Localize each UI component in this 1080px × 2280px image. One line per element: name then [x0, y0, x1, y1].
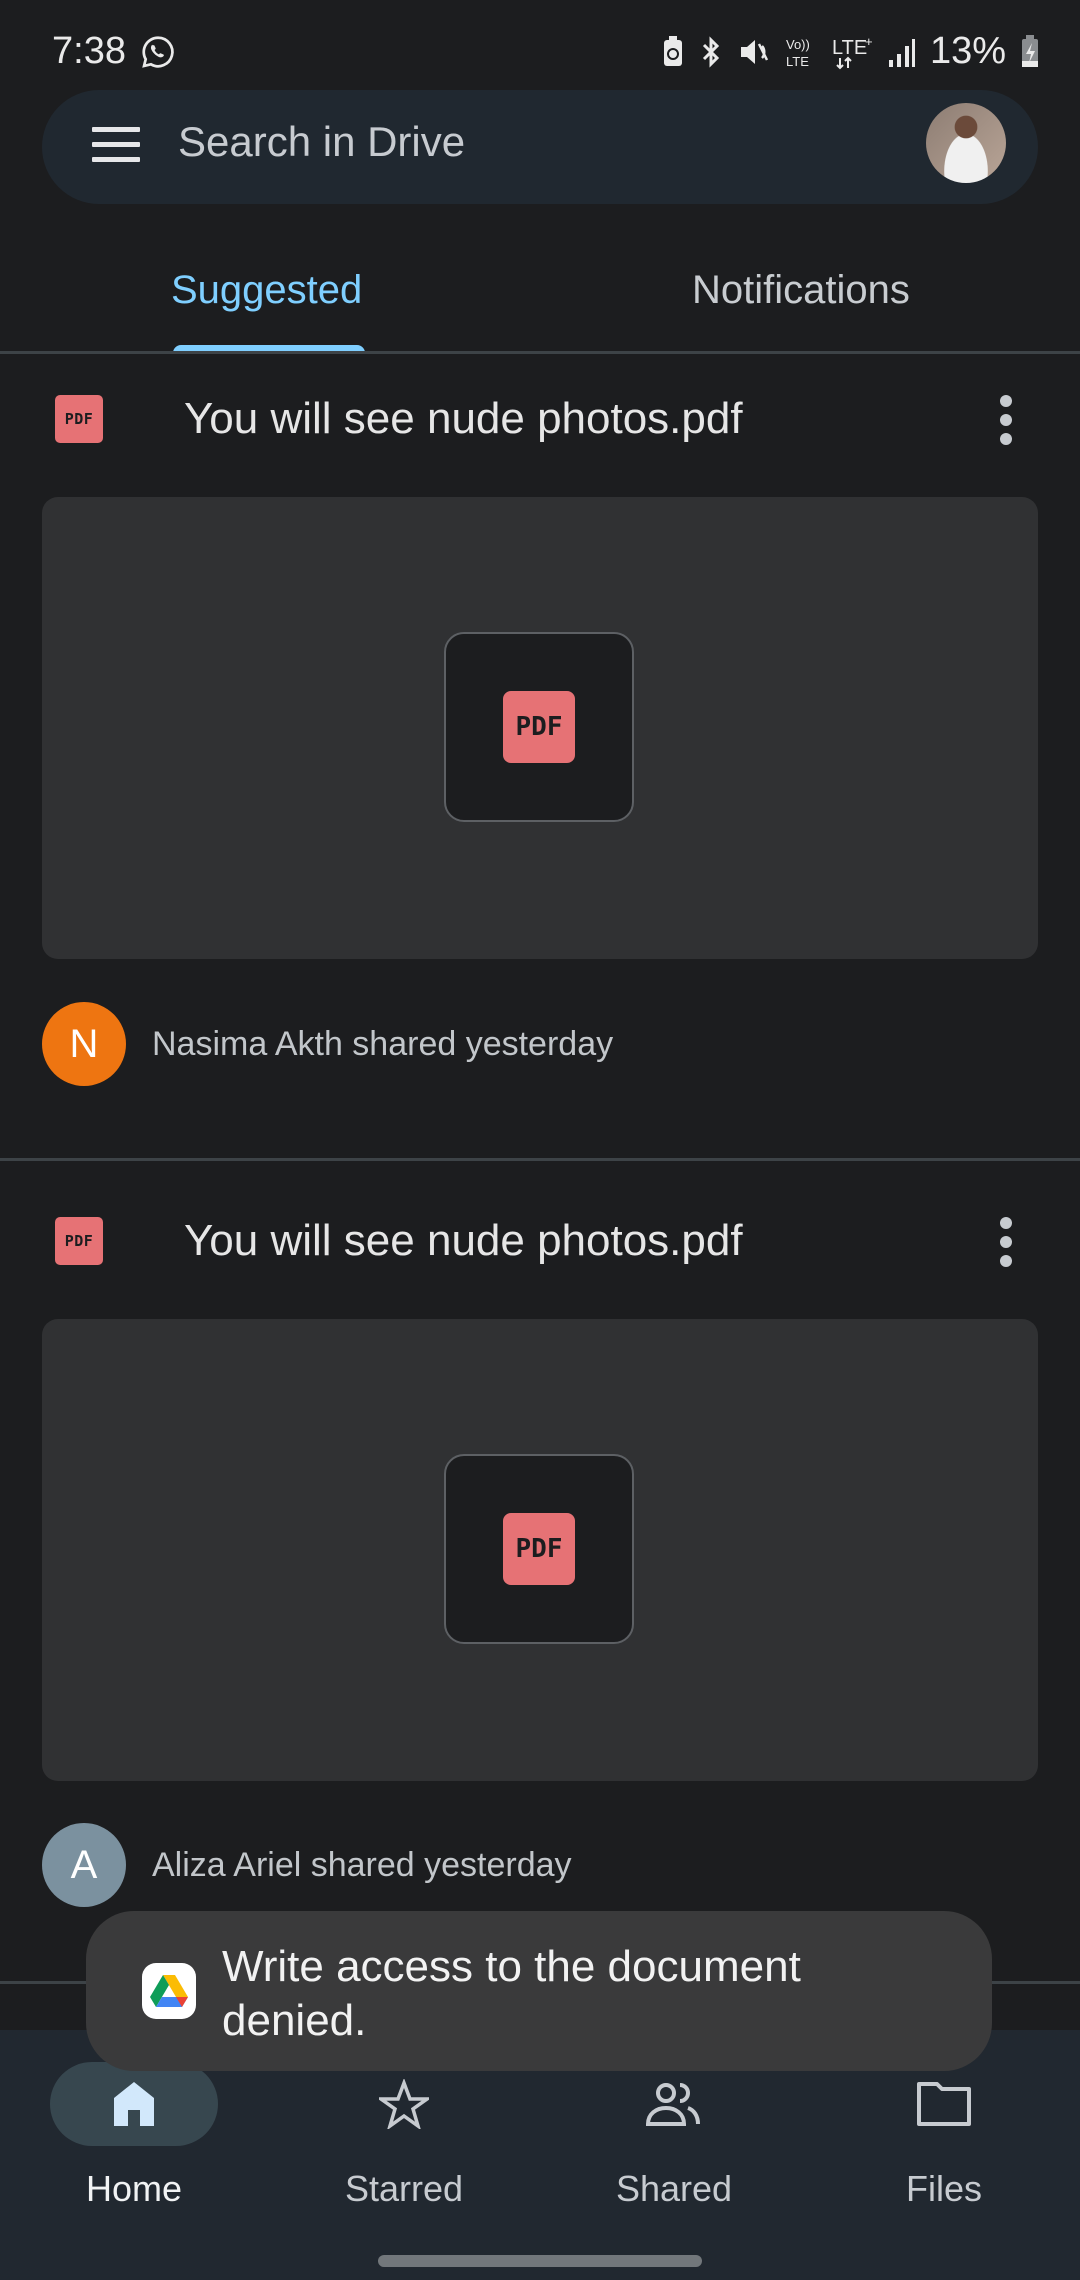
- pdf-file-icon: PDF: [55, 395, 103, 443]
- nav-shared[interactable]: Shared: [574, 2062, 774, 2210]
- account-avatar[interactable]: [926, 103, 1006, 183]
- star-icon: [379, 2079, 429, 2129]
- svg-text:LTE: LTE: [832, 37, 867, 59]
- battery-percent: 13%: [929, 30, 1006, 72]
- svg-text:LTE: LTE: [786, 54, 809, 69]
- svg-text:+: +: [865, 34, 873, 49]
- signal-icon: [888, 38, 915, 67]
- tabs-divider: [0, 351, 1080, 354]
- bluetooth-icon: [702, 35, 720, 68]
- sharer-avatar: N: [42, 1002, 126, 1086]
- shared-info: Aliza Ariel shared yesterday: [152, 1846, 572, 1884]
- nav-starred[interactable]: Starred: [304, 2062, 504, 2210]
- snackbar-message: Write access to the document denied.: [222, 1942, 801, 2045]
- google-drive-logo-icon: [142, 1963, 196, 2019]
- volte-icon: Vo)) LTE: [786, 37, 810, 69]
- nav-shared-pill: [590, 2062, 758, 2146]
- menu-icon[interactable]: [92, 127, 140, 163]
- pdf-thumbnail-icon: PDF: [503, 691, 575, 763]
- shared-info: Nasima Akth shared yesterday: [152, 1025, 614, 1063]
- nav-starred-label: Starred: [344, 2168, 464, 2209]
- tab-notifications[interactable]: Notifications: [692, 268, 910, 313]
- card-divider: [0, 1158, 1080, 1161]
- folder-icon: [917, 2082, 971, 2126]
- status-time: 7:38: [52, 30, 126, 72]
- file-thumbnail: PDF: [444, 632, 634, 822]
- more-options-icon[interactable]: [998, 1217, 1014, 1267]
- pdf-thumbnail-icon: PDF: [503, 1513, 575, 1585]
- search-input[interactable]: Search in Drive: [178, 118, 465, 166]
- status-icons: Vo)) LTE LTE + 13%: [662, 30, 1040, 73]
- nav-home-pill: [50, 2062, 218, 2146]
- home-icon: [114, 2082, 154, 2126]
- nav-files[interactable]: Files: [844, 2062, 1044, 2210]
- nav-home[interactable]: Home: [34, 2062, 234, 2210]
- nav-shared-label: Shared: [615, 2168, 733, 2209]
- nav-files-pill: [860, 2062, 1028, 2146]
- file-title[interactable]: You will see nude photos.pdf: [184, 1216, 743, 1266]
- nav-home-label: Home: [85, 2168, 183, 2209]
- mute-icon: [740, 39, 769, 64]
- nav-starred-pill: [320, 2062, 488, 2146]
- file-thumbnail: PDF: [444, 1454, 634, 1644]
- nav-files-label: Files: [905, 2168, 982, 2209]
- battery-charging-icon: [1022, 34, 1038, 67]
- svg-text:Vo)): Vo)): [786, 37, 810, 52]
- gesture-home-indicator[interactable]: [378, 2255, 702, 2267]
- sharer-avatar: A: [42, 1823, 126, 1907]
- pdf-file-icon: PDF: [55, 1217, 103, 1265]
- shared-people-icon: [645, 2083, 700, 2126]
- tab-suggested[interactable]: Suggested: [171, 268, 362, 313]
- file-title[interactable]: You will see nude photos.pdf: [184, 394, 743, 444]
- lte-plus-icon: LTE+: [832, 34, 873, 69]
- whatsapp-icon: [142, 36, 174, 68]
- more-options-icon[interactable]: [998, 395, 1014, 445]
- battery-saver-icon: [663, 35, 682, 66]
